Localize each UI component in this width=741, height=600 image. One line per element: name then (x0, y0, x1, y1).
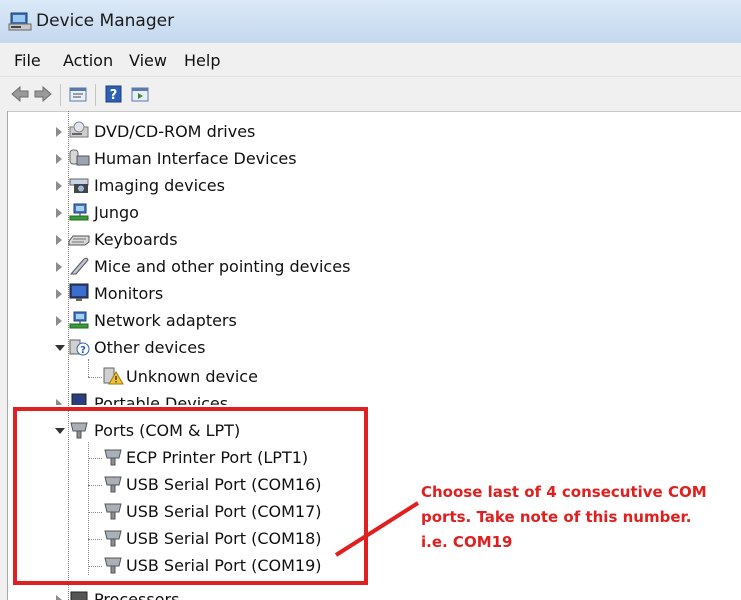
annotation-line: i.e. COM19 (421, 533, 513, 551)
annotation-text: Choose last of 4 consecutive COM ports. … (421, 480, 741, 555)
annotation-line: Choose last of 4 consecutive COM (421, 483, 707, 501)
annotation-line: ports. Take note of this number. (421, 508, 692, 526)
